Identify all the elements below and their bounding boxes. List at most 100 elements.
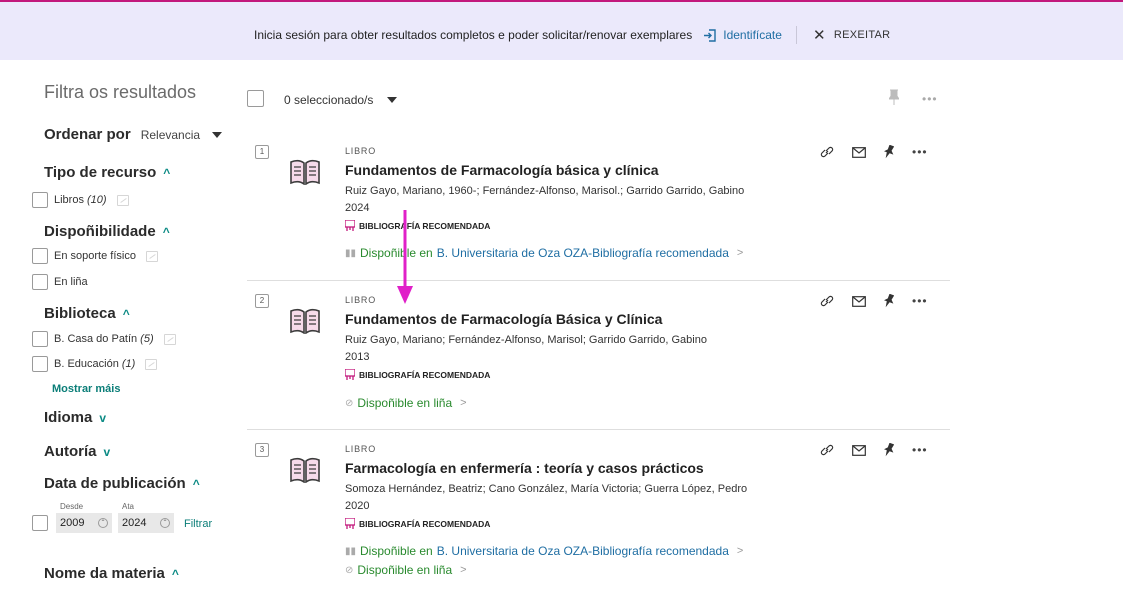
- date-from-value: 2009: [60, 517, 85, 529]
- result-title[interactable]: Fundamentos de Farmacología básica y clí…: [345, 162, 659, 178]
- facet-subject[interactable]: Nome da materia ^: [44, 565, 179, 582]
- result-title[interactable]: Fundamentos de Farmacología Básica y Clí…: [345, 311, 662, 327]
- spinner-icon[interactable]: ⌃: [98, 518, 108, 528]
- annotation-arrow: [397, 210, 413, 304]
- facet-option-casa-patin[interactable]: B. Casa do Patín (5): [32, 331, 176, 347]
- book-small-icon: ▮▮: [345, 545, 357, 557]
- resource-type: LIBRO: [345, 444, 377, 454]
- result-title[interactable]: Farmacología en enfermería : teoría y ca…: [345, 460, 704, 476]
- facet-option-educacion[interactable]: B. Educación (1): [32, 356, 158, 372]
- more-icon[interactable]: •••: [912, 443, 928, 457]
- banner-message: Inicia sesión para obter resultados comp…: [254, 28, 693, 42]
- date-from-label: Desde: [60, 502, 84, 511]
- availability-text: Dispoñible en liña: [357, 563, 453, 577]
- availability-online[interactable]: ⊘ Dispoñible en liña >: [345, 396, 467, 410]
- dismiss-button[interactable]: ✕ REXEITAR: [813, 28, 890, 43]
- result-actions: •••: [820, 294, 928, 308]
- date-to: Ata 2024 ⌃: [118, 502, 174, 533]
- result-authors: Ruiz Gayo, Mariano; Fernández-Alfonso, M…: [345, 334, 707, 346]
- pin-icon[interactable]: [884, 145, 894, 159]
- checkbox[interactable]: [32, 356, 48, 372]
- more-icon[interactable]: •••: [912, 145, 928, 159]
- badge-label: BIBLIOGRAFÍA RECOMENDADA: [359, 220, 491, 231]
- chevron-right-icon: >: [460, 564, 467, 576]
- banner-divider: [795, 26, 797, 44]
- filter-apply-button[interactable]: Filtrar: [184, 518, 212, 530]
- date-from-input[interactable]: 2009 ⌃: [56, 513, 112, 533]
- chevron-down-icon: v: [103, 444, 111, 459]
- more-icon[interactable]: •••: [922, 92, 938, 106]
- sort-dropdown[interactable]: Ordenar por Relevancia: [44, 126, 223, 143]
- signin-banner: Inicia sesión para obter resultados comp…: [0, 2, 1123, 60]
- checkbox[interactable]: [32, 248, 48, 264]
- checkbox[interactable]: [32, 515, 48, 531]
- facet-option-libros[interactable]: Libros (10): [32, 192, 129, 208]
- checkbox[interactable]: [32, 274, 48, 290]
- exclude-icon[interactable]: [163, 333, 176, 345]
- facet-availability[interactable]: Dispoñibilidade ^: [44, 223, 170, 240]
- facet-option-physical[interactable]: En soporte físico: [32, 248, 158, 264]
- date-from: Desde 2009 ⌃: [56, 502, 112, 533]
- link-icon[interactable]: [820, 294, 834, 308]
- result-item[interactable]: 1 LIBRO Fundamentos de Farmacología bási…: [247, 145, 950, 293]
- availability-physical[interactable]: ▮▮ Dispoñible en B. Universitaria de Oza…: [345, 544, 743, 558]
- link-icon[interactable]: [820, 145, 834, 159]
- exclude-icon[interactable]: [145, 250, 158, 262]
- result-year: 2020: [345, 500, 370, 512]
- option-label: B. Casa do Patín: [54, 333, 138, 345]
- facet-language[interactable]: Idioma v: [44, 409, 106, 426]
- caret-down-icon: [387, 97, 398, 103]
- pin-icon[interactable]: [884, 294, 894, 308]
- chevron-right-icon: >: [460, 397, 467, 409]
- result-item[interactable]: 2 LIBRO Fundamentos de Farmacología Bási…: [247, 294, 950, 442]
- email-icon[interactable]: [852, 444, 866, 456]
- badge-label: BIBLIOGRAFÍA RECOMENDADA: [359, 518, 491, 529]
- more-icon[interactable]: •••: [912, 294, 928, 308]
- facet-authorship[interactable]: Autoría v: [44, 443, 110, 460]
- email-icon[interactable]: [852, 295, 866, 307]
- result-divider: [247, 280, 950, 281]
- badge-recommended: BIBLIOGRAFÍA RECOMENDADA: [345, 518, 490, 529]
- book-icon: [290, 308, 320, 334]
- result-year: 2024: [345, 202, 370, 214]
- exclude-icon[interactable]: [145, 358, 158, 370]
- book-icon: [290, 457, 320, 483]
- signin-link[interactable]: Identifícate: [704, 28, 782, 42]
- pin-icon[interactable]: [888, 89, 900, 110]
- exclude-icon[interactable]: [116, 194, 129, 206]
- reading-list-icon: [345, 369, 355, 380]
- chevron-up-icon: ^: [122, 306, 130, 321]
- dismiss-label: REXEITAR: [833, 29, 891, 41]
- availability-location: B. Universitaria de Oza OZA-Bibliografía…: [436, 544, 729, 558]
- show-more-link[interactable]: Mostrar máis: [52, 383, 120, 395]
- close-icon: ✕: [812, 26, 826, 44]
- caret-down-icon: [212, 131, 223, 138]
- checkbox[interactable]: [32, 192, 48, 208]
- badge-recommended: BIBLIOGRAFÍA RECOMENDADA: [345, 369, 490, 380]
- selection-dropdown[interactable]: 0 seleccionado/s: [284, 93, 398, 107]
- date-to-input[interactable]: 2024 ⌃: [118, 513, 174, 533]
- result-index: 1: [255, 145, 269, 159]
- option-label: Libros: [54, 194, 84, 206]
- spinner-icon[interactable]: ⌃: [160, 518, 170, 528]
- option-label: En liña: [54, 276, 88, 288]
- date-to-value: 2024: [122, 517, 147, 529]
- facet-pub-date[interactable]: Data de publicación ^: [44, 475, 200, 492]
- facet-heading: Dispoñibilidade: [44, 223, 156, 240]
- availability-online[interactable]: ⊘ Dispoñible en liña >: [345, 563, 467, 577]
- resource-type: LIBRO: [345, 146, 377, 156]
- facet-option-online[interactable]: En liña: [32, 274, 88, 290]
- result-authors: Somoza Hernández, Beatriz; Cano González…: [345, 483, 748, 495]
- pin-icon[interactable]: [884, 443, 894, 457]
- facet-resource-type[interactable]: Tipo de recurso ^: [44, 164, 170, 181]
- email-icon[interactable]: [852, 146, 866, 158]
- select-all-checkbox[interactable]: [247, 90, 264, 107]
- checkbox[interactable]: [32, 331, 48, 347]
- facet-library[interactable]: Biblioteca ^: [44, 305, 130, 322]
- chevron-right-icon: >: [736, 545, 744, 557]
- result-item[interactable]: 3 LIBRO Farmacología en enfermería : teo…: [247, 443, 950, 589]
- link-icon[interactable]: [820, 443, 834, 457]
- result-year: 2013: [345, 351, 370, 363]
- badge-recommended: BIBLIOGRAFÍA RECOMENDADA: [345, 220, 490, 231]
- reading-list-icon: [345, 518, 355, 529]
